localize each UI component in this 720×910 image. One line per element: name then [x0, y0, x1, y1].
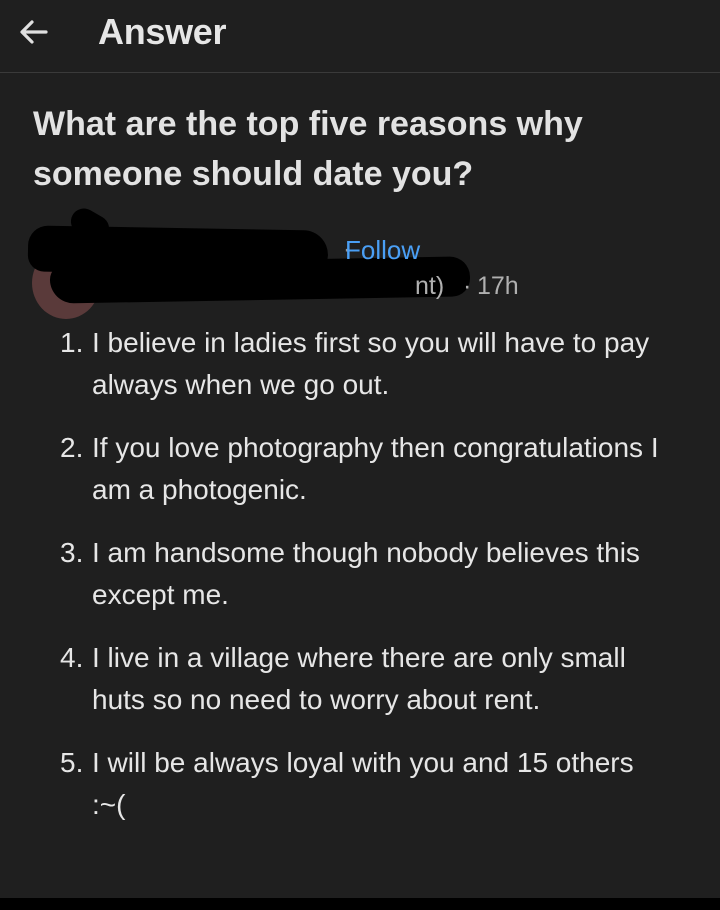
answer-timestamp[interactable]: 17h — [477, 272, 519, 301]
question-title[interactable]: What are the top five reasons why someon… — [33, 99, 673, 199]
arrow-left-icon — [20, 20, 48, 44]
list-item: 3. I am handsome though nobody believes … — [60, 532, 660, 616]
follow-button[interactable]: Follow — [345, 235, 420, 266]
list-item-number: 3. — [60, 537, 84, 568]
list-item-number: 4. — [60, 642, 84, 673]
list-item: 5. I will be always loyal with you and 1… — [60, 742, 660, 826]
list-item-text: I am handsome though nobody believes thi… — [92, 537, 640, 610]
list-item-text: If you love photography then congratulat… — [92, 432, 659, 505]
list-item-text: I will be always loyal with you and 15 o… — [92, 747, 634, 820]
list-item: 1. I believe in ladies first so you will… — [60, 322, 660, 406]
answer-list: 1. I believe in ladies first so you will… — [60, 322, 660, 847]
credential-fragment: nt) — [415, 272, 445, 300]
page-title: Answer — [98, 11, 227, 52]
list-item-number: 1. — [60, 327, 84, 358]
list-item-number: 2. — [60, 432, 84, 463]
meta-separator: · — [463, 272, 472, 300]
back-button[interactable] — [14, 12, 54, 52]
app-header: Answer — [0, 0, 720, 73]
bottom-edge — [0, 898, 720, 910]
list-item: 4. I live in a village where there are o… — [60, 637, 660, 721]
list-item-text: I believe in ladies first so you will ha… — [92, 327, 650, 400]
author-row: · Follow nt) · 17h — [27, 203, 590, 319]
list-item-text: I live in a village where there are only… — [92, 642, 626, 715]
list-item: 2. If you love photography then congratu… — [60, 427, 660, 511]
list-item-number: 5. — [60, 747, 84, 778]
